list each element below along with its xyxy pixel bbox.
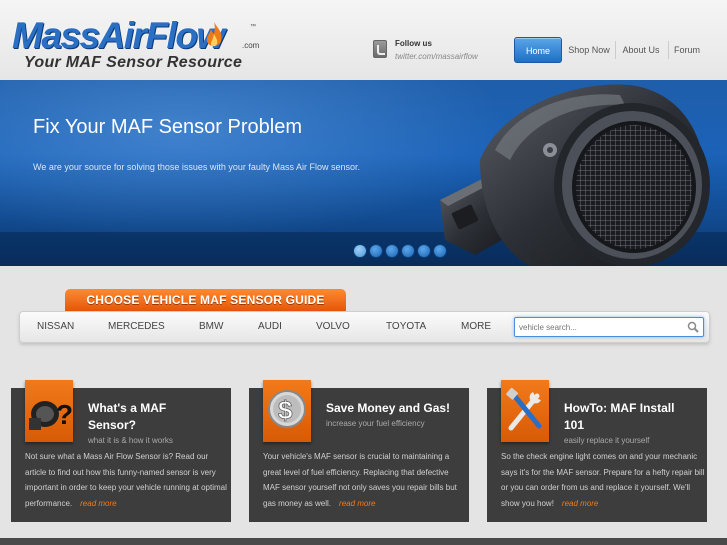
panel-subtitle: increase your fuel efficiency xyxy=(326,419,425,428)
site-logo[interactable]: MassAirFlow ™ .com Your MAF Sensor Resou… xyxy=(12,16,262,74)
nav-item-home[interactable]: Home xyxy=(514,37,562,63)
read-more-link[interactable]: read more xyxy=(562,499,598,508)
feature-panel-maf-sensor: ? What's a MAF Sensor? what it is & how … xyxy=(11,380,231,522)
vehicle-make-bar: NISSAN MERCEDES BMW AUDI VOLVO TOYOTA MO… xyxy=(19,311,710,343)
question-sensor-icon: ? xyxy=(25,380,73,442)
tools-icon xyxy=(501,380,549,442)
feature-panel-save-money: $ Save Money and Gas! increase your fuel… xyxy=(249,380,469,522)
feature-panel-install: HowTo: MAF Install 101 easily replace it… xyxy=(487,380,707,522)
hero-banner: Fix Your MAF Sensor Problem We are your … xyxy=(0,80,727,266)
slider-dot[interactable] xyxy=(417,244,431,258)
panel-subtitle: what it is & how it works xyxy=(88,436,173,445)
main-nav: Home Shop Now About Us Forum xyxy=(512,37,719,63)
slider-dot[interactable] xyxy=(401,244,415,258)
svg-text:?: ? xyxy=(56,399,73,430)
search-icon[interactable] xyxy=(687,321,699,333)
make-link-audi[interactable]: AUDI xyxy=(258,312,282,342)
nav-item-shop-now[interactable]: Shop Now xyxy=(564,37,614,63)
panel-body: Your vehicle's MAF sensor is crucial to … xyxy=(263,449,467,511)
logo-trademark: ™ xyxy=(250,24,256,30)
slider-dot[interactable] xyxy=(385,244,399,258)
panel-body-text: Not sure what a Mass Air Flow Sensor is?… xyxy=(25,452,227,508)
flame-icon xyxy=(206,22,222,47)
read-more-link[interactable]: read more xyxy=(80,499,116,508)
make-link-mercedes[interactable]: MERCEDES xyxy=(108,312,165,342)
read-more-link[interactable]: read more xyxy=(339,499,375,508)
slider-dot[interactable] xyxy=(369,244,383,258)
nav-divider xyxy=(668,41,669,59)
hero-description: We are your source for solving those iss… xyxy=(33,162,360,172)
follow-label: Follow us xyxy=(395,39,432,48)
vehicle-search-box xyxy=(514,317,704,337)
twitter-link[interactable]: twitter.com/massairflow xyxy=(395,52,478,61)
make-link-more[interactable]: MORE xyxy=(461,312,491,342)
logo-domain: .com xyxy=(242,41,260,50)
panel-body-text: So the check engine light comes on and y… xyxy=(501,452,705,508)
panel-title[interactable]: Save Money and Gas! xyxy=(326,400,466,417)
panel-body: So the check engine light comes on and y… xyxy=(501,449,705,511)
panel-subtitle: easily replace it yourself xyxy=(564,436,650,445)
panel-title[interactable]: HowTo: MAF Install 101 xyxy=(564,400,694,434)
logo-wordmark: MassAirFlow xyxy=(12,15,225,56)
dollar-icon: $ xyxy=(263,380,311,442)
make-link-nissan[interactable]: NISSAN xyxy=(37,312,74,342)
choose-vehicle-tab: CHOOSE VEHICLE MAF SENSOR GUIDE xyxy=(65,289,346,311)
maf-sensor-image xyxy=(440,84,710,266)
make-link-toyota[interactable]: TOYOTA xyxy=(386,312,426,342)
svg-text:$: $ xyxy=(278,395,293,425)
make-link-volvo[interactable]: VOLVO xyxy=(316,312,350,342)
vehicle-search-input[interactable] xyxy=(515,318,683,336)
panel-body: Not sure what a Mass Air Flow Sensor is?… xyxy=(25,449,229,511)
slider-dot[interactable] xyxy=(433,244,447,258)
make-link-bmw[interactable]: BMW xyxy=(199,312,223,342)
footer-strip xyxy=(0,538,727,545)
panel-title[interactable]: What's a MAF Sensor? xyxy=(88,400,198,434)
site-header: MassAirFlow ™ .com Your MAF Sensor Resou… xyxy=(0,0,727,80)
twitter-icon[interactable] xyxy=(373,40,387,58)
logo-tagline: Your MAF Sensor Resource xyxy=(24,54,243,71)
hero-title: Fix Your MAF Sensor Problem xyxy=(33,116,302,138)
slider-dot[interactable] xyxy=(353,244,367,258)
nav-item-about-us[interactable]: About Us xyxy=(616,37,666,63)
nav-item-forum[interactable]: Forum xyxy=(670,37,704,63)
